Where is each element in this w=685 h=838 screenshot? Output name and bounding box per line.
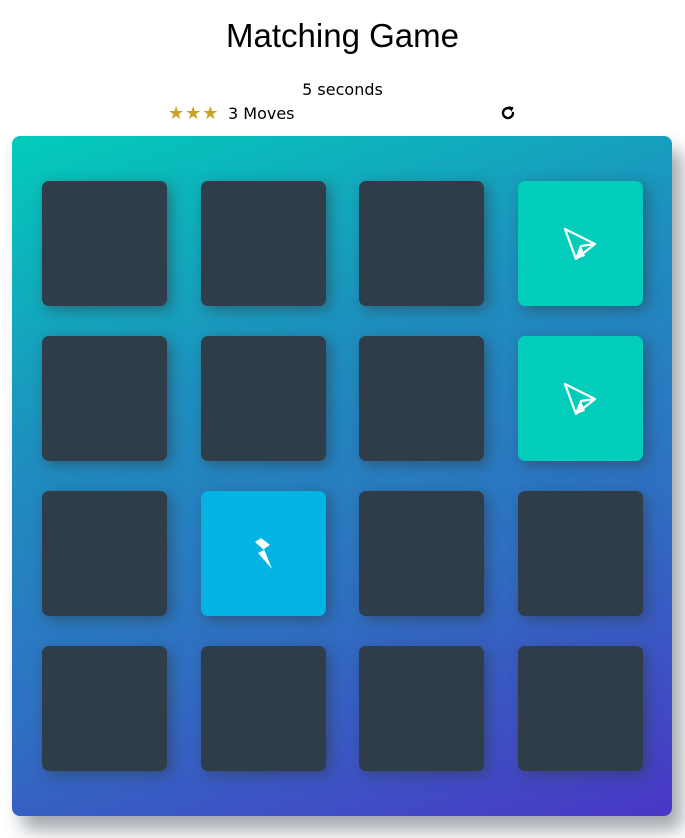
rotate-right-icon [501,106,515,120]
card[interactable] [517,491,643,616]
paper-plane-icon [562,226,598,262]
card[interactable] [200,181,326,306]
restart-button[interactable] [498,102,518,124]
card[interactable] [42,646,167,771]
card[interactable] [359,336,484,461]
score-panel: ★ ★ ★ 3 Moves [168,103,520,125]
card[interactable] [42,336,167,461]
card[interactable] [517,336,643,461]
card[interactable] [517,646,643,771]
moves-counter: 3 Moves [228,104,295,123]
card[interactable] [42,181,167,306]
card-deck [12,136,672,816]
star-icon: ★ [185,103,202,123]
card[interactable] [517,181,643,306]
card[interactable] [200,646,326,771]
timer: 5 seconds [302,80,383,99]
star-icon: ★ [168,103,185,123]
card[interactable] [359,181,484,306]
card[interactable] [200,491,326,616]
card[interactable] [200,336,326,461]
card[interactable] [42,491,167,616]
card[interactable] [359,491,484,616]
card[interactable] [359,646,484,771]
paper-plane-icon [562,381,598,417]
star-icon: ★ [202,103,219,123]
star-rating: ★ ★ ★ [168,103,218,123]
page-title: Matching Game [226,17,459,54]
bolt-icon [252,537,274,571]
